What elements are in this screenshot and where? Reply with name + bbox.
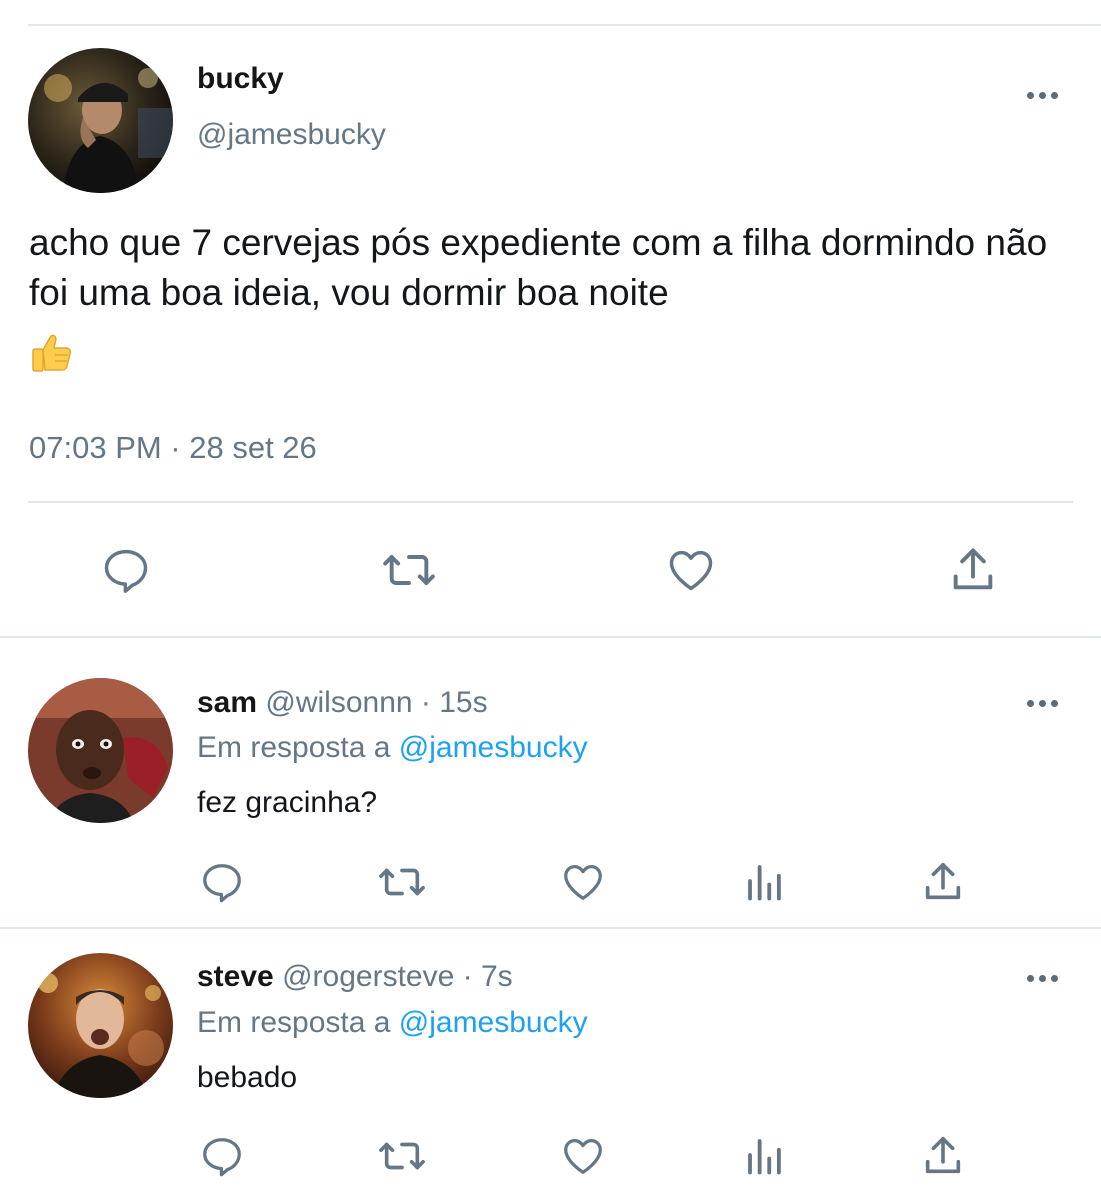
tweet-text: acho que 7 cervejas pós expediente com a… — [29, 218, 1089, 374]
share-icon[interactable] — [946, 544, 1000, 596]
reply-icon[interactable] — [199, 1133, 245, 1179]
more-dots-icon[interactable] — [1022, 966, 1062, 990]
tweet-body: acho que 7 cervejas pós expediente com a… — [29, 222, 1048, 313]
reply-time[interactable]: · 7s — [463, 960, 513, 993]
reply-text: fez gracinha? — [197, 786, 378, 819]
retweet-icon[interactable] — [374, 1133, 430, 1179]
top-divider — [28, 24, 1101, 26]
author-handle[interactable]: @rogersteve — [282, 960, 454, 993]
mention-link[interactable]: @jamesbucky — [399, 731, 588, 764]
reply-header: steve @rogersteve · 7s — [197, 960, 513, 994]
reply-header: sam @wilsonnn · 15s — [197, 686, 488, 720]
more-dots-icon[interactable] — [1022, 83, 1062, 107]
in-reply-label: Em resposta a — [197, 1006, 391, 1039]
more-dots-icon[interactable] — [1022, 691, 1062, 715]
in-reply-to: Em resposta a @jamesbucky — [197, 731, 588, 765]
timestamp-divider — [28, 501, 1073, 503]
thumbs-up-icon — [29, 330, 73, 374]
bar-chart-icon[interactable] — [743, 859, 785, 903]
like-icon[interactable] — [560, 1133, 606, 1179]
retweet-icon[interactable] — [378, 544, 440, 596]
reply-divider — [0, 927, 1101, 929]
author-name[interactable]: bucky — [197, 62, 284, 96]
avatar[interactable] — [28, 953, 173, 1098]
section-divider — [0, 636, 1101, 638]
author-handle[interactable]: @wilsonnn — [265, 686, 412, 719]
share-icon[interactable] — [920, 859, 966, 905]
share-icon[interactable] — [920, 1133, 966, 1179]
in-reply-to: Em resposta a @jamesbucky — [197, 1006, 588, 1040]
reply-text: bebado — [197, 1061, 298, 1094]
timestamp[interactable]: 07:03 PM · 28 set 26 — [29, 430, 317, 466]
author-handle[interactable]: @jamesbucky — [197, 118, 386, 152]
reply-icon[interactable] — [199, 859, 245, 905]
avatar[interactable] — [28, 48, 173, 193]
like-icon[interactable] — [560, 859, 606, 905]
reply-time[interactable]: · 15s — [421, 686, 488, 719]
author-name[interactable]: steve — [197, 960, 274, 993]
bar-chart-icon[interactable] — [743, 1133, 785, 1177]
retweet-icon[interactable] — [374, 859, 430, 905]
in-reply-label: Em resposta a — [197, 731, 391, 764]
mention-link[interactable]: @jamesbucky — [399, 1006, 588, 1039]
reply-icon[interactable] — [100, 544, 152, 596]
avatar[interactable] — [28, 678, 173, 823]
like-icon[interactable] — [664, 544, 718, 596]
author-name[interactable]: sam — [197, 686, 257, 719]
